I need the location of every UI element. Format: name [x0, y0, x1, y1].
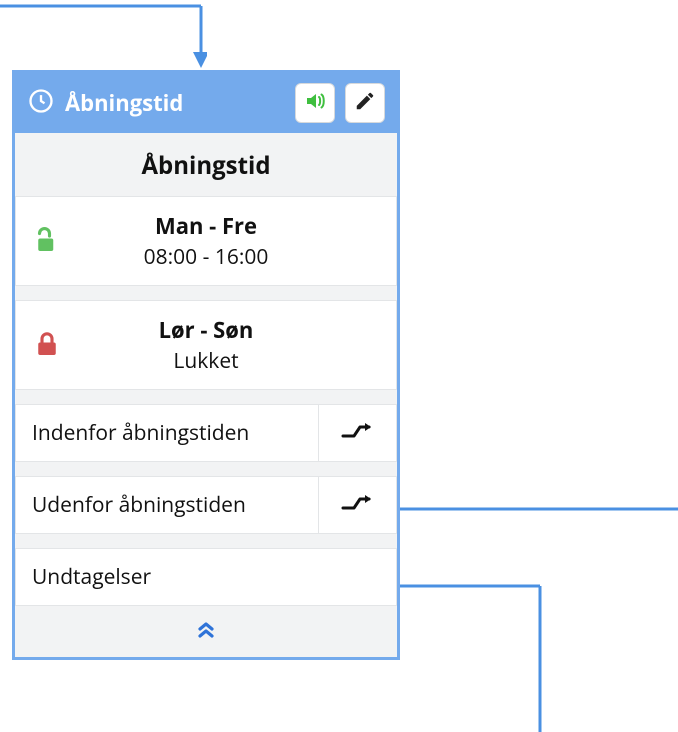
card-title: Åbningstid: [65, 88, 285, 118]
pencil-icon: [354, 90, 376, 117]
edit-button[interactable]: [345, 83, 385, 123]
collapse-button[interactable]: [15, 614, 397, 657]
opening-hours-card: Åbningstid Åbningstid: [12, 70, 400, 660]
slot-hours: 08:00 - 16:00: [74, 243, 338, 271]
connector-arrow-top: [0, 0, 207, 70]
unlock-icon: [32, 226, 74, 256]
row-flow-button[interactable]: [318, 477, 396, 533]
slot-days: Man - Fre: [74, 211, 338, 241]
hours-slot-weekdays: Man - Fre 08:00 - 16:00: [15, 196, 397, 286]
section-title: Åbningstid: [15, 133, 397, 196]
slot-days: Lør - Søn: [74, 315, 338, 345]
row-inside-hours[interactable]: Indenfor åbningstiden: [15, 404, 397, 462]
row-label: Udenfor åbningstiden: [16, 477, 318, 533]
card-header: Åbningstid: [15, 73, 397, 133]
lock-icon: [32, 330, 74, 360]
speaker-icon: [303, 89, 327, 118]
flow-arrow-icon: [341, 420, 375, 447]
sound-button[interactable]: [295, 83, 335, 123]
connector-line-right-2: [400, 584, 542, 732]
hours-slot-weekend: Lør - Søn Lukket: [15, 300, 397, 390]
row-label: Undtagelser: [32, 563, 151, 591]
clock-icon: [27, 87, 55, 120]
slot-hours: Lukket: [74, 347, 338, 375]
chevrons-up-icon: [193, 618, 219, 647]
row-exceptions[interactable]: Undtagelser: [15, 548, 397, 606]
row-label: Indenfor åbningstiden: [16, 405, 318, 461]
flow-arrow-icon: [341, 492, 375, 519]
row-flow-button[interactable]: [318, 405, 396, 461]
row-outside-hours[interactable]: Udenfor åbningstiden: [15, 476, 397, 534]
connector-line-right-1: [400, 507, 678, 511]
